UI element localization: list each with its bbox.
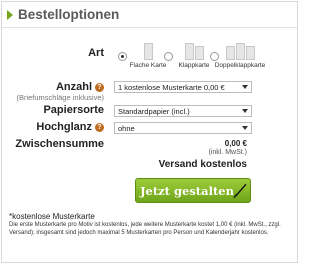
radio-flache-karte[interactable] [118, 52, 127, 61]
papiersorte-select[interactable]: Standardpapier (incl.) [114, 105, 252, 117]
chevron-down-icon [242, 126, 248, 130]
zwischensumme-label: Zwischensumme [15, 138, 104, 150]
pen-icon [233, 183, 247, 199]
radio-doppelklappkarte[interactable] [210, 52, 219, 61]
anzahl-select-value: 1 kostenlose Musterkarte 0,00 € [118, 82, 225, 92]
help-icon[interactable]: ? [95, 82, 104, 92]
art-option-label: Flache Karte [129, 62, 167, 69]
panel-title: Bestelloptionen [18, 7, 120, 22]
art-option-label: Doppelklappkarte [214, 62, 266, 69]
hochglanz-select[interactable]: ohne [114, 122, 252, 134]
double-folded-card-icon [225, 42, 255, 60]
papiersorte-label: Papiersorte [43, 104, 104, 116]
flat-card-icon [143, 42, 153, 60]
panel-header: Bestelloptionen [2, 2, 297, 28]
radio-klappkarte[interactable] [164, 52, 173, 61]
chevron-down-icon [242, 109, 248, 113]
subtotal-tax-note: (inkl. MwSt.) [208, 149, 248, 156]
anzahl-label: Anzahl [55, 81, 92, 93]
anzahl-select[interactable]: 1 kostenlose Musterkarte 0,00 € [114, 81, 252, 93]
hochglanz-label-wrap: Hochglanz ? [36, 121, 104, 133]
footnote-text: Die erste Musterkarte pro Motiv ist kost… [9, 222, 281, 236]
anzahl-sublabel: (Briefumschläge inklusive) [16, 93, 104, 102]
footnote-title: *kostenlose Musterkarte [9, 212, 95, 221]
papiersorte-select-value: Standardpapier (incl.) [118, 106, 190, 116]
art-option-label: Klappkarte [178, 62, 210, 69]
shipping-free-label: Versand kostenlos [158, 159, 247, 170]
design-now-button[interactable]: Jetzt gestalten [135, 178, 251, 203]
arrow-right-icon [7, 9, 13, 20]
help-icon[interactable]: ? [95, 122, 104, 132]
order-options-panel: Bestelloptionen Art Flache Karte Klappka… [1, 1, 298, 263]
art-option-doppelklappkarte[interactable]: Doppelklappkarte [210, 42, 266, 69]
hochglanz-select-value: ohne [118, 123, 135, 133]
folded-card-icon [184, 42, 204, 60]
design-now-button-label: Jetzt gestalten [140, 183, 234, 198]
chevron-down-icon [242, 85, 248, 89]
subtotal-value: 0,00 € [224, 139, 247, 148]
anzahl-label-wrap: Anzahl ? [56, 81, 104, 93]
hochglanz-label: Hochglanz [36, 121, 92, 133]
art-label: Art [88, 47, 104, 59]
art-row: Art Flache Karte Klappkarte Doppelklappk… [2, 42, 297, 78]
